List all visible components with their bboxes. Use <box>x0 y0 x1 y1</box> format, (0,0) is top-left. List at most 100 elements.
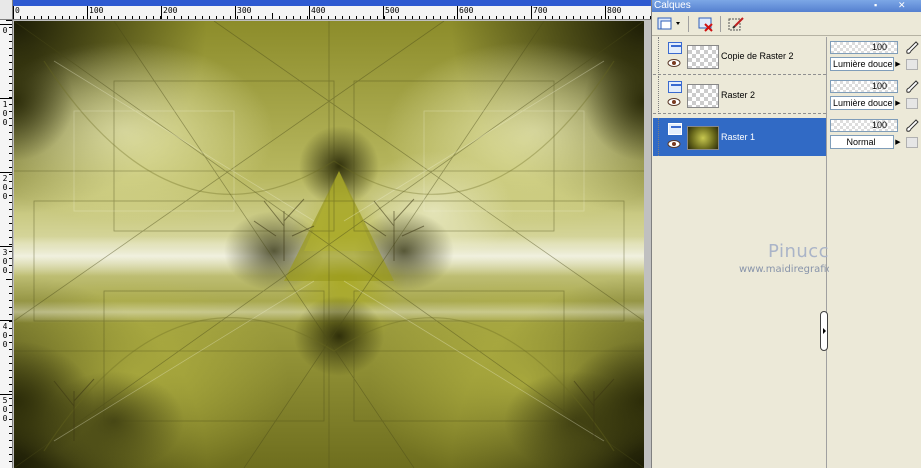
lock-icon[interactable] <box>906 98 918 109</box>
ruler-tick <box>573 16 574 19</box>
ruler-tick <box>412 16 413 19</box>
ruler-tick <box>9 34 12 35</box>
ruler-tick <box>9 209 12 210</box>
blend-mode-select[interactable]: Normal <box>830 135 902 149</box>
opacity-slider[interactable]: 100 <box>830 80 898 93</box>
brush-icon[interactable] <box>904 40 920 55</box>
ruler-major-tick <box>87 6 88 19</box>
ruler-tick <box>482 16 483 19</box>
delete-layer-button[interactable] <box>696 15 716 33</box>
ruler-label: 500 <box>385 6 400 15</box>
eye-icon[interactable] <box>667 58 681 68</box>
ruler-label: 200 <box>163 6 178 15</box>
raster-layer-icon <box>668 42 682 54</box>
ruler-major-tick <box>457 6 458 19</box>
ruler-tick <box>524 16 525 19</box>
blend-mode-select[interactable]: Lumière douce <box>830 57 902 71</box>
opacity-slider[interactable]: 100 <box>830 119 898 132</box>
ruler-tick <box>9 384 12 385</box>
tree-line <box>658 37 659 75</box>
ruler-label: 4 0 0 <box>2 322 8 349</box>
palette-rollup-button[interactable]: ▪ <box>874 0 877 11</box>
ruler-label: 800 <box>607 6 622 15</box>
opacity-slider[interactable]: 100 <box>830 41 898 54</box>
ruler-tick <box>9 265 12 266</box>
panel-splitter-handle[interactable] <box>820 311 828 351</box>
ruler-tick <box>9 237 12 238</box>
canvas-image[interactable] <box>14 21 644 468</box>
layer-row-copie-de-raster-2[interactable]: Copie de Raster 2 <box>653 37 826 75</box>
layer-row-raster-2[interactable]: Raster 2 <box>653 76 826 114</box>
ruler-tick <box>496 16 497 19</box>
ruler-tick <box>9 272 12 273</box>
layers-toolbar <box>652 12 921 36</box>
image-canvas-window: 0 100 200 300 400 500 600 700 800 0 1 0 0 2 0 0 3 0… <box>0 0 651 468</box>
ruler-tick <box>125 16 126 19</box>
ruler-tick <box>300 16 301 19</box>
ruler-tick <box>9 153 12 154</box>
blend-mode-arrow-icon[interactable]: ▶ <box>893 135 902 149</box>
ruler-tick <box>9 167 12 168</box>
ruler-tick <box>9 300 12 301</box>
ruler-tick <box>643 16 644 19</box>
brush-icon[interactable] <box>904 118 920 133</box>
blend-mode-select[interactable]: Lumière douce <box>830 96 902 110</box>
edit-selection-button[interactable] <box>726 15 746 33</box>
ruler-tick <box>9 377 12 378</box>
blend-mode-arrow-icon[interactable]: ▶ <box>893 96 902 110</box>
ruler-tick <box>9 328 12 329</box>
ruler-tick <box>468 16 469 19</box>
ruler-tick <box>615 16 616 19</box>
ruler-tick <box>62 16 63 19</box>
ruler-label: 400 <box>311 6 326 15</box>
ruler-tick <box>216 16 217 19</box>
ruler-tick <box>552 16 553 19</box>
new-layer-button[interactable] <box>656 15 682 33</box>
palette-title-bar[interactable]: Calques ▪ ✕ <box>652 0 921 12</box>
ruler-tick <box>237 16 238 19</box>
ruler-tick <box>244 16 245 19</box>
ruler-tick <box>629 16 630 19</box>
ruler-label: 5 0 0 <box>2 396 8 423</box>
ruler-tick <box>9 419 12 420</box>
ruler-tick <box>55 16 56 19</box>
psp-workspace: 0 100 200 300 400 500 600 700 800 0 1 0 0 2 0 0 3 0… <box>0 0 921 468</box>
ruler-tick <box>90 16 91 19</box>
ruler-tick <box>398 16 399 19</box>
ruler-tick <box>489 16 490 19</box>
ruler-tick <box>342 16 343 19</box>
ruler-tick <box>419 16 420 19</box>
lock-icon[interactable] <box>906 59 918 70</box>
ruler-tick <box>258 16 259 19</box>
ruler-tick <box>454 16 455 19</box>
ruler-tick <box>9 41 12 42</box>
eye-icon[interactable] <box>667 139 681 149</box>
ruler-tick <box>83 16 84 19</box>
layer-name: Raster 2 <box>721 90 756 100</box>
ruler-tick <box>9 405 12 406</box>
ruler-tick <box>9 258 12 259</box>
ruler-tick <box>335 16 336 19</box>
layer-properties-column: 100 Lumière douce ▶ 100 Lumière douce ▶ <box>829 37 921 468</box>
layer-thumbnail <box>687 45 719 69</box>
ruler-tick <box>461 16 462 19</box>
ruler-tick <box>9 132 12 133</box>
ruler-tick <box>9 76 12 77</box>
layer-name: Copie de Raster 2 <box>721 51 794 61</box>
ruler-tick <box>622 16 623 19</box>
layer-row-raster-1[interactable]: Raster 1 <box>653 118 826 156</box>
brush-icon[interactable] <box>904 79 920 94</box>
ruler-tick <box>594 16 595 19</box>
ruler-tick <box>601 16 602 19</box>
eye-icon[interactable] <box>667 97 681 107</box>
blend-mode-arrow-icon[interactable]: ▶ <box>893 57 902 71</box>
ruler-major-tick <box>383 6 384 19</box>
layer-name: Raster 1 <box>721 132 756 142</box>
vertical-ruler: 0 1 0 0 2 0 0 3 0 0 4 0 0 5 0 0 <box>0 20 13 468</box>
palette-close-button[interactable]: ✕ <box>898 0 906 11</box>
ruler-tick <box>27 16 28 19</box>
ruler-tick <box>118 16 119 19</box>
ruler-tick <box>9 125 12 126</box>
ruler-tick <box>9 230 12 231</box>
lock-icon[interactable] <box>906 137 918 148</box>
